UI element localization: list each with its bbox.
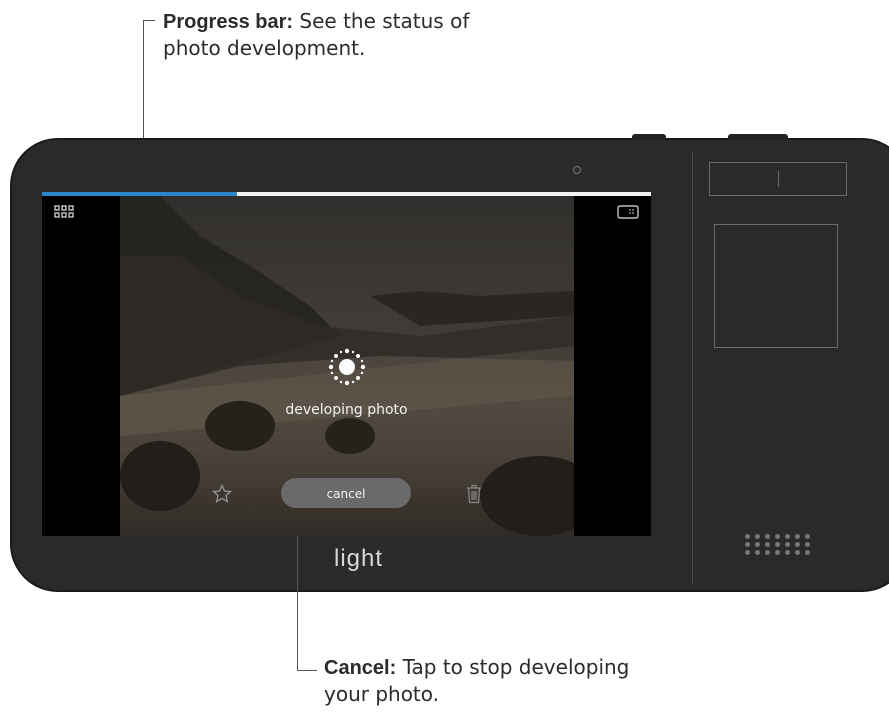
brand-logo: light: [334, 545, 384, 572]
grip-window: [709, 162, 847, 196]
camera-screen: developing photo cancel: [42, 192, 651, 536]
status-label: developing photo: [285, 402, 408, 418]
shutter-button[interactable]: [632, 134, 666, 140]
progress-bar: [42, 192, 651, 196]
grip-window-divider: [778, 171, 779, 187]
callout-title: Progress bar:: [163, 11, 294, 33]
progress-leader-tick: [143, 20, 155, 21]
cancel-button[interactable]: cancel: [281, 478, 411, 508]
aspect-ratio-icon[interactable]: [617, 204, 639, 223]
power-button[interactable]: [728, 134, 788, 140]
cancel-callout: Cancel: Tap to stop developing your phot…: [324, 654, 654, 707]
cancel-leader-line: [297, 536, 298, 670]
front-sensor-dot: [573, 166, 581, 174]
progress-bar-callout: Progress bar: See the status of photo de…: [163, 8, 523, 61]
speaker-grille: [745, 534, 811, 555]
processing-spinner-icon: [322, 342, 372, 396]
progress-fill: [42, 192, 237, 196]
grip-divider: [692, 152, 693, 584]
camera-body: light developing photo cancel: [10, 134, 889, 592]
grip-pad: [714, 224, 838, 348]
callout-title: Cancel:: [324, 657, 397, 679]
cancel-leader-tick: [297, 670, 317, 671]
trash-icon[interactable]: [465, 484, 483, 508]
gallery-grid-icon[interactable]: [54, 204, 74, 223]
favorite-star-icon[interactable]: [212, 484, 232, 508]
